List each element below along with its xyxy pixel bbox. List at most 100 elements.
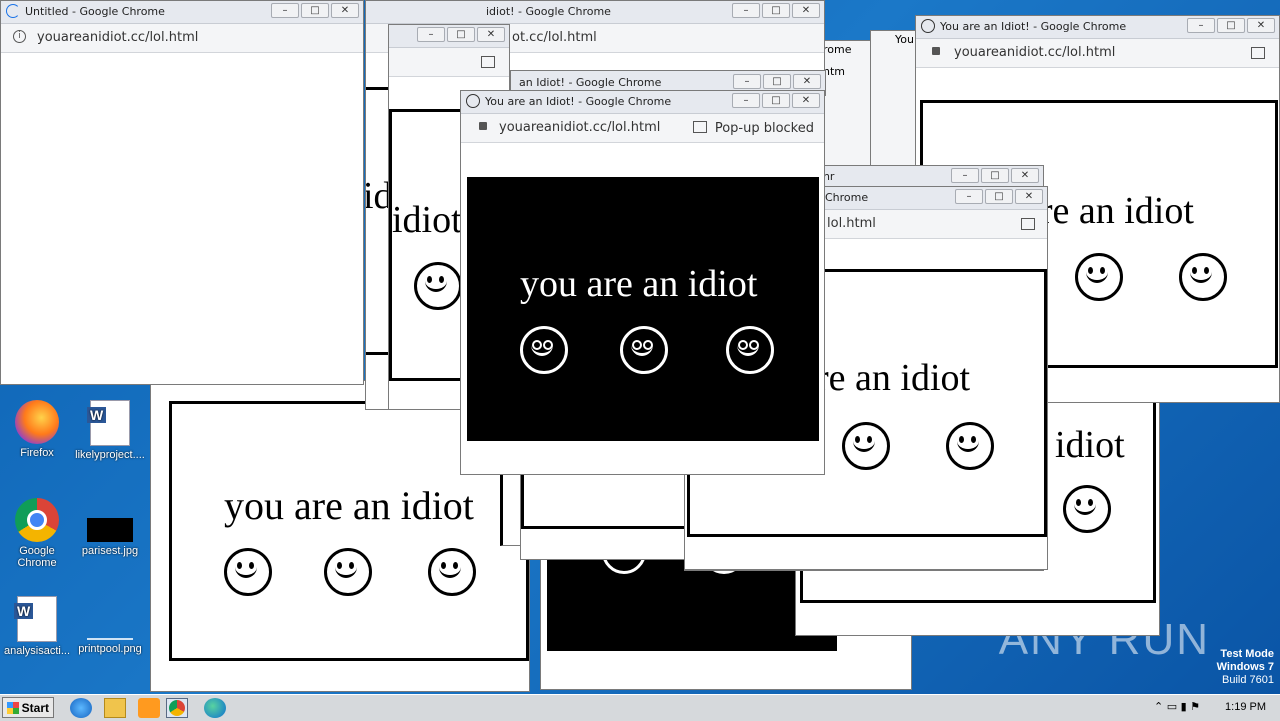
window-title: idiot! - Google Chrome [486,5,611,18]
popup-blocked-indicator[interactable]: Pop-up blocked [692,120,814,136]
popup-blocked-label: Pop-up blocked [714,121,814,136]
maximize-button[interactable]: □ [985,189,1013,204]
smiley-icon [520,326,568,374]
browser-window-main[interactable]: You are an Idiot! - Google Chrome – □ ✕ yo… [460,90,825,475]
idiot-text: idiot [392,199,462,241]
url-text[interactable]: youareanidiot.cc/lol.html [499,120,660,135]
window-title: Untitled - Google Chrome [25,5,165,18]
maximize-button[interactable]: □ [301,3,329,18]
desktop-icon-chrome[interactable]: Google Chrome [0,498,74,569]
close-button[interactable]: ✕ [1011,168,1039,183]
title-bar[interactable]: You are an Idiot! - Google Chrome – □ ✕ [461,91,824,114]
title-bar[interactable]: – □ ✕ [389,25,509,48]
idiot-panel: you are an idiot [467,177,819,441]
close-button[interactable]: ✕ [477,27,505,42]
window-title: You are an Idiot! - Google Chrome [940,20,1127,33]
title-bar[interactable]: You are an Idiot! - Google Chrome – □ ✕ [916,16,1279,39]
desktop-icon-likelyproject[interactable]: W likelyproject.... [73,400,147,461]
maximize-button[interactable]: □ [762,3,790,18]
taskbar: Start ⌃ ▭ ▮ ⚑ 1:19 PM [0,694,1280,721]
close-button[interactable]: ✕ [792,93,820,108]
close-button[interactable]: ✕ [1015,189,1043,204]
browser-window-untitled[interactable]: Untitled - Google Chrome – □ ✕ i youareani… [0,0,364,385]
address-bar[interactable]: i youareanidiot.cc/lol.html [1,24,363,53]
maximize-button[interactable]: □ [763,74,791,89]
image-file-icon [87,518,133,542]
close-button[interactable]: ✕ [1247,18,1275,33]
desktop-icon-label: Google Chrome [17,545,57,569]
desktop-icon-analysisacti[interactable]: W analysisacti... [0,596,74,657]
url-text[interactable]: ot.cc/lol.html [512,30,597,45]
popup-blocked-icon[interactable] [1021,218,1035,230]
title-bar[interactable]: Untitled - Google Chrome – □ ✕ [1,1,363,24]
url-text[interactable]: youareanidiot.cc/lol.html [954,45,1115,60]
start-button[interactable]: Start [2,697,54,718]
address-bar[interactable]: youareanidiot.cc/lol.html Pop-up blocked [461,114,824,143]
chrome-icon [169,700,185,716]
close-button[interactable]: ✕ [792,3,820,18]
window-title: rome [823,43,852,56]
minimize-button[interactable]: – [955,189,983,204]
edge-icon[interactable] [204,698,226,718]
explorer-icon[interactable] [104,698,126,718]
minimize-button[interactable]: – [732,93,760,108]
media-player-icon[interactable] [138,698,160,718]
smiley-icon [1063,485,1111,533]
tray-icons[interactable]: ⌃ ▭ ▮ ⚑ [1154,700,1200,713]
maximize-button[interactable]: □ [762,93,790,108]
idiot-text: are an idiot [1023,190,1194,232]
idiot-text: you are an idiot [520,263,758,305]
window-controls: – □ ✕ [951,168,1039,183]
desktop-icon-parisest[interactable]: parisest.jpg [73,498,147,557]
smiley-favicon-icon [466,94,480,108]
minimize-button[interactable]: – [417,27,445,42]
smiley-icon [620,326,668,374]
clock[interactable]: 1:19 PM [1225,701,1266,713]
minimize-button[interactable]: – [733,74,761,89]
browser-window-stack-small-2: You [870,30,920,180]
minimize-button[interactable]: – [271,3,299,18]
info-icon[interactable]: i [13,30,26,43]
window-controls: – □ ✕ [955,189,1043,204]
minimize-button[interactable]: – [1187,18,1215,33]
window-controls: – □ ✕ [417,27,505,42]
address-bar[interactable]: youareanidiot.cc/lol.html [916,39,1279,68]
minimize-button[interactable]: – [732,3,760,18]
window-title: Chrome [825,191,869,204]
test-mode-line-3: Build 7601 [1222,674,1274,686]
url-text[interactable]: lol.html [827,216,876,231]
test-mode-line-1: Test Mode [1220,648,1274,660]
desktop-icon-label: analysisacti... [3,645,71,657]
window-controls: – □ ✕ [732,93,820,108]
address-bar [389,48,509,77]
smiley-icon [324,548,372,596]
popup-blocked-icon[interactable] [1251,47,1265,59]
test-mode-label: Test Mode Windows 7 Build 7601 [1217,648,1274,687]
smiley-icon [946,422,994,470]
smiley-icon [842,422,890,470]
maximize-button[interactable]: □ [447,27,475,42]
chrome-taskbar-button[interactable] [166,698,188,718]
smiley-icon [414,262,462,310]
close-button[interactable]: ✕ [331,3,359,18]
window-controls: – □ ✕ [271,3,359,18]
maximize-button[interactable]: □ [981,168,1009,183]
idiot-text: idiot [1055,424,1125,466]
window-title: You are an Idiot! - Google Chrome [485,95,672,108]
idiot-panel [521,471,699,529]
url-text[interactable]: youareanidiot.cc/lol.html [37,30,198,45]
popup-blocked-icon[interactable] [481,56,495,68]
desktop-icon-label: parisest.jpg [81,545,139,557]
title-bar[interactable]: idiot! - Google Chrome – □ ✕ [366,1,824,24]
desktop-icon-label: printpool.png [78,643,142,655]
idiot-text: you are an idiot [224,483,474,528]
desktop-icon-firefox[interactable]: Firefox [0,400,74,459]
maximize-button[interactable]: □ [1217,18,1245,33]
smiley-icon [428,548,476,596]
close-button[interactable]: ✕ [793,74,821,89]
test-mode-line-2: Windows 7 [1216,661,1274,673]
desktop-icon-printpool[interactable]: printpool.png [73,596,147,655]
ie-icon[interactable] [70,698,92,718]
minimize-button[interactable]: – [951,168,979,183]
lock-icon [479,122,487,130]
